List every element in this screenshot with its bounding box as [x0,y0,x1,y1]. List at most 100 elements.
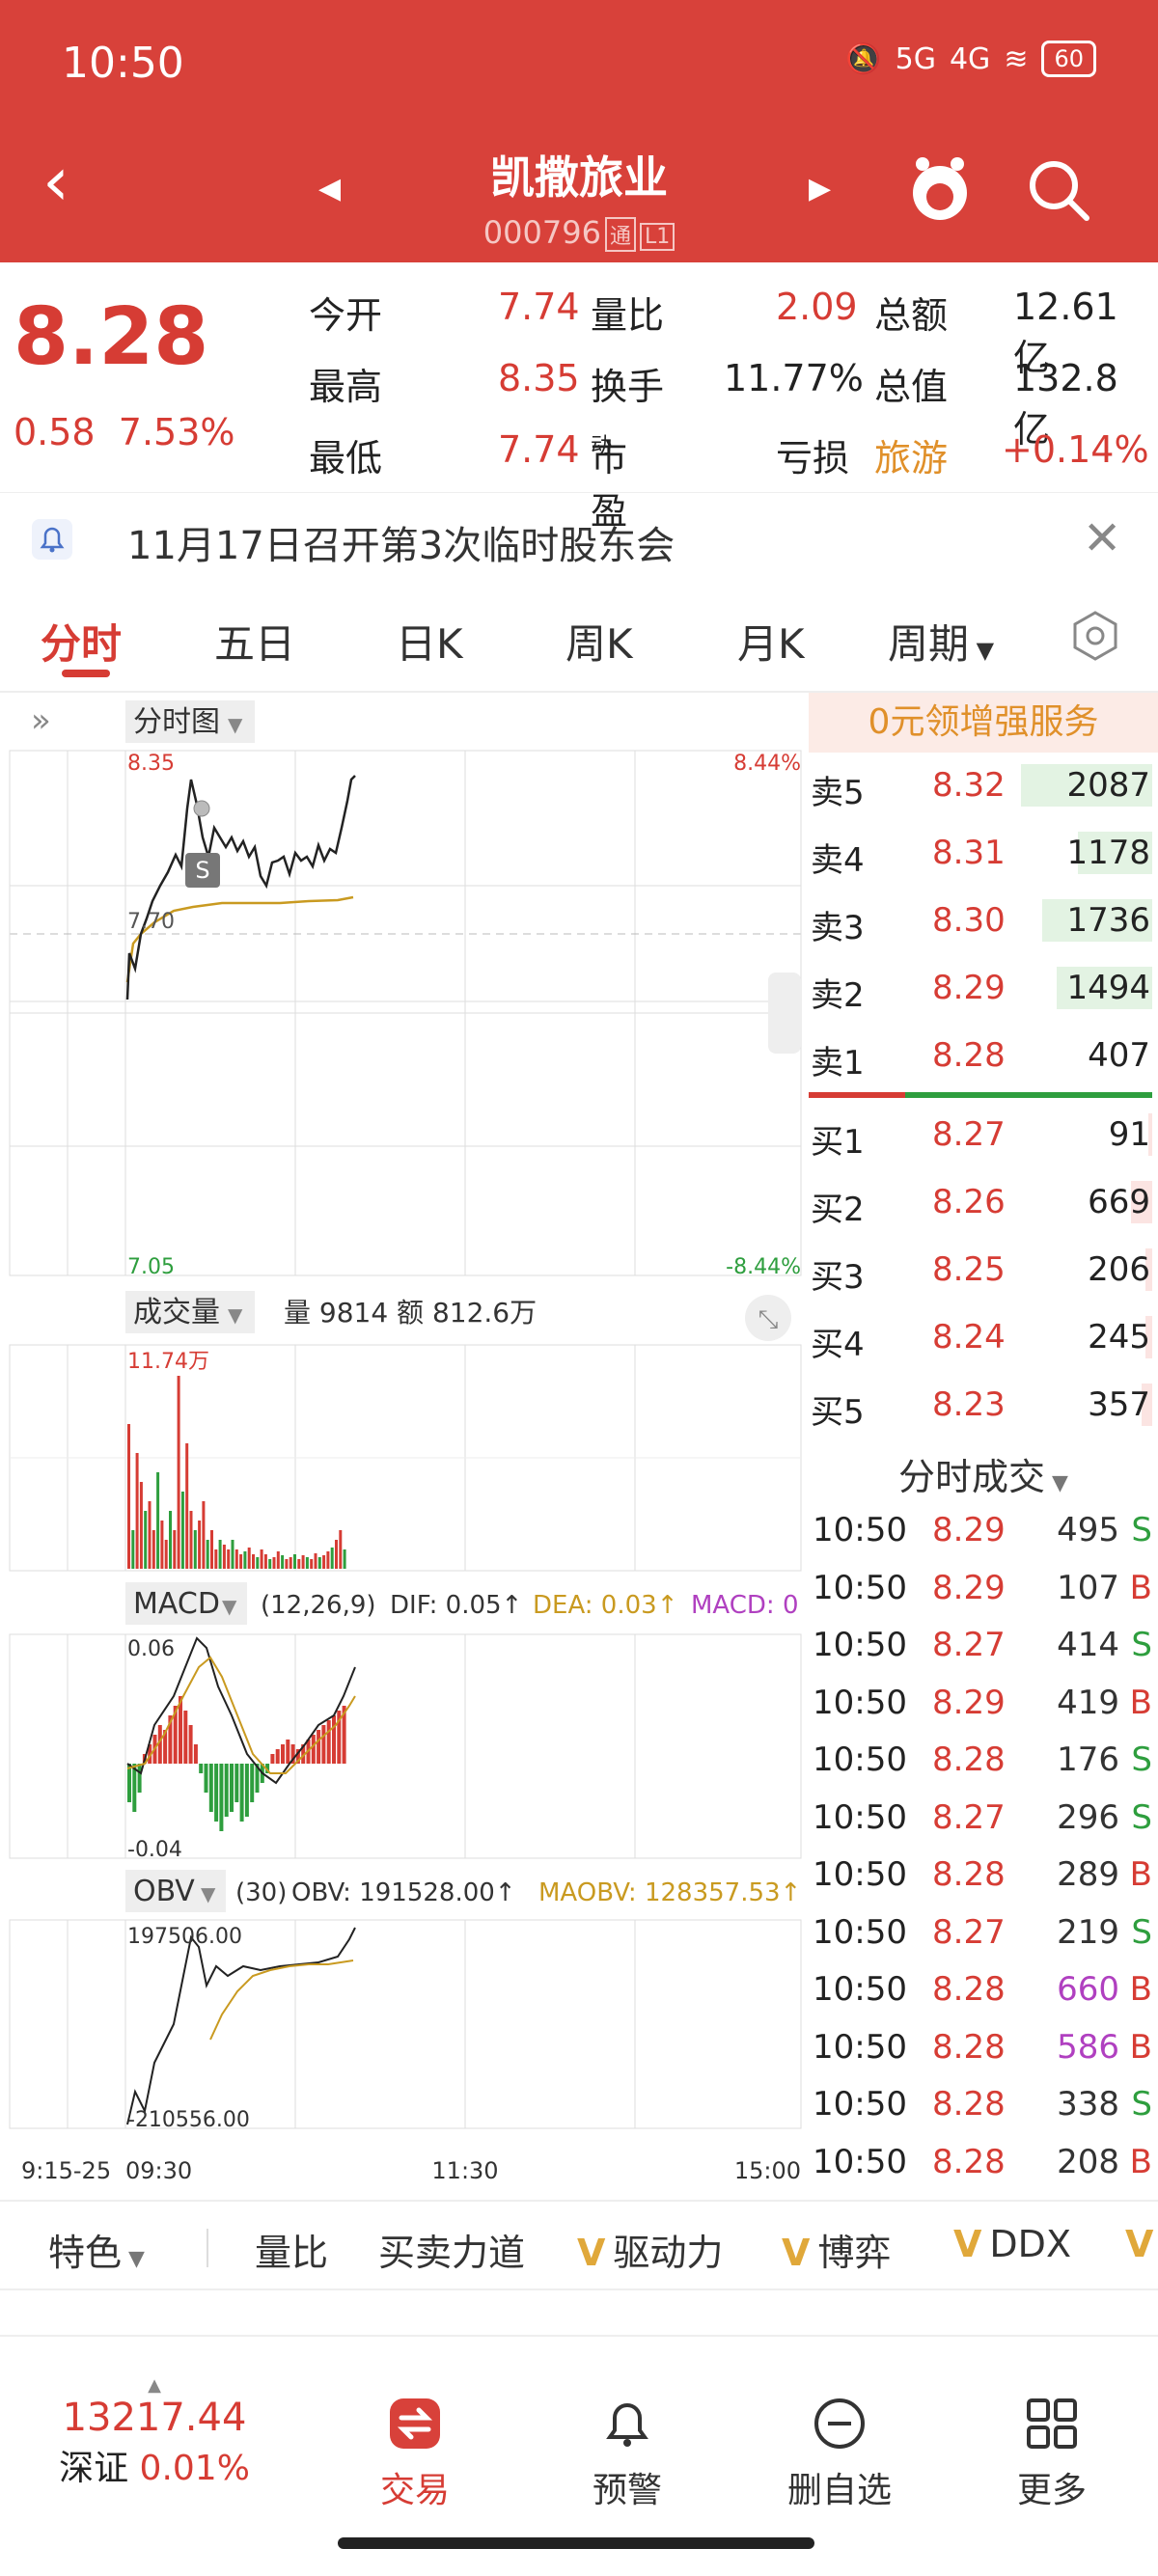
dropdown-arrow-icon: ▼ [1045,1471,1068,1495]
volume-bar [260,1549,263,1569]
volume-bar [314,1553,317,1569]
nav-alert[interactable]: 预警 [531,2395,724,2512]
chart-type-label: 分时图 [133,705,220,739]
volume-bar [247,1548,251,1569]
nav-more[interactable]: 更多 [955,2395,1148,2512]
back-button[interactable]: ‹ [42,148,69,215]
vip-icon: V [1125,2223,1154,2265]
indicator-buy-sell-force[interactable]: 买卖力道 [378,2223,525,2276]
macd-bar [183,1711,188,1764]
bell-icon [32,519,72,560]
chart-area[interactable]: S 8.35 7.70 7.05 8.44% -8.44% » 分时图 ▼ 成交… [0,693,809,2198]
indicator-game[interactable]: V 博弈 [782,2223,891,2276]
level-label: 卖2 [811,976,865,1015]
tick-time: 10:50 [813,1912,907,1952]
tick-volume: 419 [1057,1683,1119,1722]
volume-bar [276,1551,280,1569]
pct-low-label: -8.44% [726,1255,801,1279]
close-icon[interactable]: ✕ [1083,511,1121,565]
volume-bar [177,1376,180,1569]
expand-icon[interactable]: » [31,701,51,740]
macd-bar [286,1740,290,1764]
volume-bar [343,1549,346,1569]
notice-bar[interactable]: 11月17日召开第3次临时股东会 [0,492,1158,579]
price-low-label: 7.05 [127,1255,175,1279]
tab-monthly-k[interactable]: 月K [737,612,805,671]
level-price: 8.32 [932,766,1006,805]
tick-side: B [1129,1568,1152,1607]
macd-low-label: -0.04 [127,1838,182,1862]
obv-value: OBV: 191528.00↑ [291,1878,516,1907]
tab-five-day[interactable]: 五日 [214,612,295,671]
tab-weekly-k[interactable]: 周K [565,612,633,671]
tick-volume: 338 [1057,2085,1119,2124]
prev-stock-button[interactable]: ◀ [318,172,341,206]
quote-label: 今开 [309,294,383,337]
quote-label: 最高 [309,366,383,408]
ticks-header[interactable]: 分时成交 ▼ [809,1447,1158,1505]
nav-trade[interactable]: 交易 [318,2395,511,2512]
level-volume: 206 [1088,1250,1150,1289]
status-icons: 🔕 5G 4G ≋ 60 [845,41,1096,77]
volume-bar [193,1530,197,1569]
sell-level[interactable]: 卖1 8.28 407 [809,1027,1156,1084]
service-banner[interactable]: 0元领增强服务 [809,693,1158,753]
macd-bar [188,1725,193,1764]
tab-period[interactable]: 周期 ▼ [888,612,994,671]
sell-level[interactable]: 卖4 8.31 1178 [809,824,1156,882]
signal-5g: 5G [895,41,936,76]
index-name: 深证 [59,2449,129,2488]
indicator-feature[interactable]: 特色 ▼ [48,2223,145,2276]
buy-level[interactable]: 买4 8.24 245 [809,1308,1156,1366]
sell-level[interactable]: 卖5 8.32 2087 [809,756,1156,814]
index-widget[interactable]: ▲ 13217.44 深证 0.01% [39,2375,270,2490]
volume-bar [185,1443,189,1569]
next-stock-button[interactable]: ▶ [809,172,831,206]
tick-time: 10:50 [813,2027,907,2067]
stock-code-text: 000796 [482,214,601,251]
indicator-drive[interactable]: V 驱动力 [577,2223,723,2276]
buy-level[interactable]: 买1 8.27 91 [809,1106,1156,1164]
macd-value: MACD: 0 [691,1591,799,1620]
sell-level[interactable]: 卖2 8.29 1494 [809,959,1156,1017]
home-indicator[interactable] [338,2537,814,2549]
tick-time: 10:50 [813,2085,907,2124]
nav-remove-watchlist[interactable]: 删自选 [743,2395,936,2512]
indicator-volume-ratio[interactable]: 量比 [255,2223,328,2276]
volume-bar [218,1540,222,1569]
time-pre-label: 9:15-25 [21,2157,111,2184]
indicator-more[interactable]: V [1125,2223,1158,2265]
level-tag: L1 [639,223,676,251]
indicator-ddx[interactable]: V DDX [953,2223,1071,2265]
volume-bar [202,1501,206,1569]
sell-level[interactable]: 卖3 8.30 1736 [809,891,1156,949]
level-price: 8.30 [932,901,1006,940]
volume-bar [156,1472,160,1569]
sector-name[interactable]: 旅游 [874,428,948,481]
volume-bar [222,1545,226,1569]
tab-intraday[interactable]: 分时 [41,612,122,671]
tick-side: B [1129,1855,1152,1894]
macd-bar [224,1764,229,1817]
mascot-icon[interactable] [909,152,971,224]
buy-level[interactable]: 买2 8.26 669 [809,1173,1156,1231]
tick-side: B [1129,2027,1152,2067]
settings-hex-icon[interactable] [1069,610,1121,662]
volume-bar [152,1530,155,1569]
buy-level[interactable]: 买5 8.23 357 [809,1376,1156,1434]
book-divider-red [809,1092,905,1098]
volume-label: 成交量 [133,1296,220,1329]
tick-volume: 219 [1057,1912,1119,1952]
tick-price: 8.27 [932,1912,1006,1952]
level-label: 买2 [811,1191,865,1229]
tick-time: 10:50 [813,1683,907,1722]
panel-handle[interactable] [768,973,801,1054]
buy-level[interactable]: 买3 8.25 206 [809,1241,1156,1299]
period-tabs: 分时 五日 日K 周K 月K 周期 ▼ [0,590,1158,693]
nav-more-label: 更多 [1016,2471,1087,2510]
volume-bar [231,1540,234,1569]
fullscreen-arrows: ⤡ [758,1305,779,1334]
tab-daily-k[interactable]: 日K [396,612,463,671]
search-icon[interactable] [1025,156,1092,224]
level-volume: 2087 [1066,766,1150,805]
